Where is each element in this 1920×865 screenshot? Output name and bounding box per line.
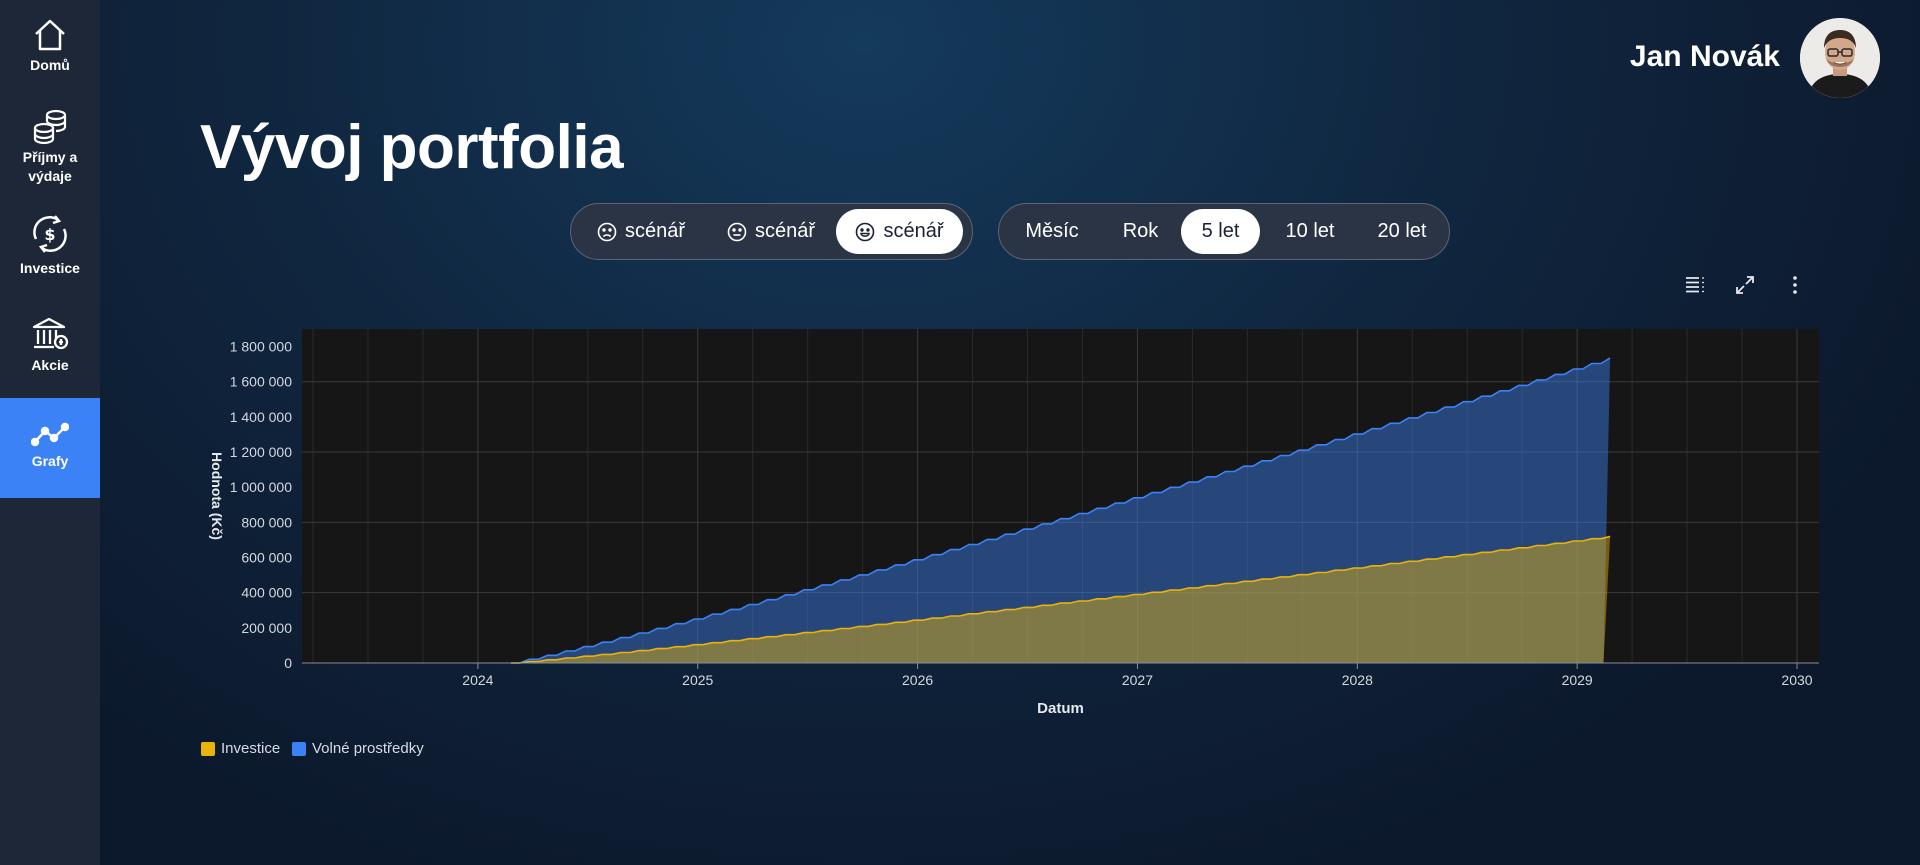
x-tick-label: 2025 [682,672,713,688]
x-axis-label: Datum [1037,700,1084,717]
legend-swatch [292,741,306,756]
legend-swatch [201,741,215,756]
y-tick-label: 400 000 [241,585,292,601]
y-tick-label: 800 000 [241,514,292,530]
legend-item-investice[interactable]: Investice [201,740,280,757]
legend-label: Volné prostředky [312,740,424,757]
y-tick-label: 1 400 000 [230,409,292,425]
legend-item-volne[interactable]: Volné prostředky [292,740,424,757]
x-tick-label: 2027 [1122,672,1153,688]
y-axis-label: Hodnota (Kč) [209,452,225,540]
x-tick-label: 2029 [1562,672,1593,688]
y-tick-label: 200 000 [241,620,292,636]
x-tick-label: 2024 [462,672,493,688]
y-tick-label: 1 000 000 [230,479,292,495]
x-axis-ticks: 2024 2025 2026 2027 2028 2029 2030 [462,663,1813,688]
y-tick-label: 0 [284,655,292,671]
x-tick-label: 2028 [1342,672,1373,688]
x-tick-label: 2030 [1781,672,1812,688]
y-tick-label: 1 800 000 [230,339,292,355]
x-tick-label: 2026 [902,672,933,688]
legend-label: Investice [221,740,281,757]
portfolio-chart: 0 200 000 400 000 600 000 800 000 1 000 000 1 … [209,329,1819,717]
y-tick-label: 1 600 000 [230,374,292,390]
y-tick-label: 600 000 [241,550,292,566]
y-tick-label: 1 200 000 [230,444,292,460]
y-axis-ticks: 0 200 000 400 000 600 000 800 000 1 000 000 1 … [230,339,293,671]
